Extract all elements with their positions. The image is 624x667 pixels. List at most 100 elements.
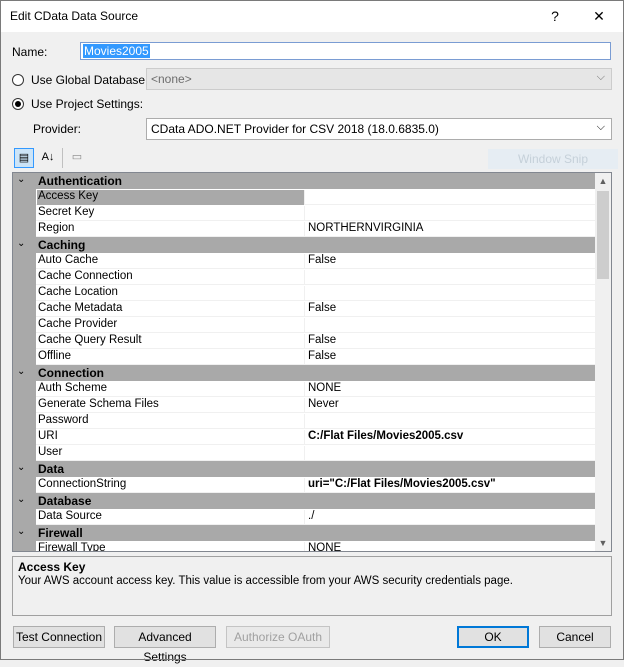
- grid-row-gutter: [13, 541, 36, 551]
- scroll-up-icon[interactable]: ▲: [595, 173, 611, 189]
- grid-property-row[interactable]: ConnectionString uri="C:/Flat Files/Movie…: [13, 477, 595, 493]
- cancel-button[interactable]: Cancel: [539, 626, 611, 648]
- grid-property-value[interactable]: [304, 318, 594, 333]
- grid-property-name: Offline: [38, 350, 72, 362]
- collapse-chevron-icon[interactable]: ⌄: [17, 366, 25, 377]
- grid-property-row[interactable]: Data Source ./: [13, 509, 595, 525]
- grid-property-row[interactable]: Generate Schema Files Never: [13, 397, 595, 413]
- name-input[interactable]: Movies2005: [80, 42, 611, 60]
- collapse-chevron-icon[interactable]: ⌄: [17, 238, 25, 249]
- authorize-oauth-button[interactable]: Authorize OAuth: [226, 626, 330, 648]
- grid-category-name: Connection: [38, 366, 104, 380]
- grid-property-value[interactable]: NONE: [304, 382, 594, 397]
- vertical-scrollbar[interactable]: ▲ ▼: [595, 173, 611, 551]
- grid-row-gutter: [13, 205, 36, 221]
- property-grid[interactable]: ⌄ Authentication Access Key Secret Key Regio…: [12, 172, 612, 552]
- grid-property-value[interactable]: Never: [304, 398, 594, 413]
- global-database-value: <none>: [151, 72, 192, 86]
- window-title: Edit CData Data Source: [10, 9, 139, 23]
- grid-property-row[interactable]: Auto Cache False: [13, 253, 595, 269]
- grid-property-row[interactable]: Cache Connection: [13, 269, 595, 285]
- grid-property-value[interactable]: False: [304, 302, 594, 317]
- scroll-down-icon[interactable]: ▼: [595, 535, 611, 551]
- grid-property-value[interactable]: False: [304, 350, 594, 365]
- grid-property-row[interactable]: Secret Key: [13, 205, 595, 221]
- collapse-chevron-icon[interactable]: ⌄: [17, 174, 25, 185]
- close-button[interactable]: ✕: [584, 4, 614, 28]
- grid-property-value[interactable]: ./: [304, 510, 594, 525]
- grid-property-value[interactable]: [304, 206, 594, 221]
- categorized-view-icon[interactable]: ▤: [14, 148, 34, 168]
- grid-property-row[interactable]: Cache Query Result False: [13, 333, 595, 349]
- grid-property-row[interactable]: Auth Scheme NONE: [13, 381, 595, 397]
- grid-property-value[interactable]: False: [304, 334, 594, 349]
- grid-category-name: Authentication: [38, 174, 122, 188]
- grid-row-gutter: [13, 269, 36, 285]
- grid-property-name: Region: [38, 222, 75, 234]
- grid-row-gutter: [13, 221, 36, 237]
- grid-property-value[interactable]: [304, 190, 594, 205]
- grid-property-row[interactable]: Firewall Type NONE: [13, 541, 595, 551]
- grid-property-row[interactable]: Region NORTHERNVIRGINIA: [13, 221, 595, 237]
- window-snip-overlay: Window Snip: [488, 149, 618, 169]
- grid-category-row[interactable]: ⌄ Firewall: [13, 525, 595, 541]
- grid-category-row[interactable]: ⌄ Caching: [13, 237, 595, 253]
- grid-property-name: Cache Query Result: [38, 334, 142, 346]
- grid-property-value[interactable]: uri="C:/Flat Files/Movies2005.csv": [304, 478, 594, 493]
- grid-category-row[interactable]: ⌄ Data: [13, 461, 595, 477]
- grid-property-value[interactable]: [304, 286, 594, 301]
- grid-property-name: User: [38, 446, 63, 458]
- help-button[interactable]: ?: [540, 4, 570, 28]
- scroll-thumb[interactable]: [597, 191, 609, 279]
- test-connection-button[interactable]: Test Connection: [13, 626, 105, 648]
- collapse-chevron-icon[interactable]: ⌄: [17, 462, 25, 473]
- grid-row-gutter: [13, 253, 36, 269]
- project-settings-radio[interactable]: [12, 98, 24, 110]
- grid-property-name: ConnectionString: [38, 478, 127, 490]
- grid-property-row[interactable]: URI C:/Flat Files/Movies2005.csv: [13, 429, 595, 445]
- grid-property-value[interactable]: [304, 270, 594, 285]
- global-database-radio[interactable]: [12, 74, 24, 86]
- grid-row-gutter: [13, 285, 36, 301]
- grid-property-name: Access Key: [37, 190, 304, 205]
- grid-property-row[interactable]: Cache Location: [13, 285, 595, 301]
- collapse-chevron-icon[interactable]: ⌄: [17, 526, 25, 537]
- grid-property-value[interactable]: [304, 414, 594, 429]
- grid-property-row[interactable]: Cache Metadata False: [13, 301, 595, 317]
- grid-property-row[interactable]: Access Key: [13, 189, 595, 205]
- grid-property-name: Generate Schema Files: [38, 398, 159, 410]
- property-pages-icon[interactable]: ▭: [67, 148, 87, 168]
- grid-category-row[interactable]: ⌄ Database: [13, 493, 595, 509]
- grid-property-value[interactable]: C:/Flat Files/Movies2005.csv: [304, 430, 594, 445]
- grid-row-gutter: [13, 349, 36, 365]
- name-label: Name:: [12, 45, 48, 59]
- grid-category-name: Data: [38, 462, 65, 476]
- grid-property-value[interactable]: False: [304, 254, 594, 269]
- name-value: Movies2005: [83, 44, 150, 58]
- grid-property-name: Cache Location: [38, 286, 118, 298]
- alphabetical-sort-icon[interactable]: A↓: [38, 148, 58, 168]
- grid-row-gutter: [13, 189, 36, 205]
- grid-row-gutter: [13, 301, 36, 317]
- grid-property-row[interactable]: Password: [13, 413, 595, 429]
- grid-property-name: Cache Connection: [38, 270, 133, 282]
- grid-row-gutter: [13, 381, 36, 397]
- description-text: Your AWS account access key. This value …: [18, 575, 513, 587]
- toolbar-separator: [62, 148, 63, 168]
- grid-property-value[interactable]: NONE: [304, 542, 594, 551]
- grid-row-gutter: [13, 477, 36, 493]
- grid-property-row[interactable]: Offline False: [13, 349, 595, 365]
- provider-select[interactable]: CData ADO.NET Provider for CSV 2018 (18.…: [146, 118, 612, 140]
- advanced-settings-button[interactable]: Advanced Settings: [114, 626, 216, 664]
- global-database-select[interactable]: <none> ⌵: [146, 68, 612, 90]
- provider-label: Provider:: [33, 122, 82, 136]
- grid-category-row[interactable]: ⌄ Authentication: [13, 173, 595, 189]
- grid-property-row[interactable]: Cache Provider: [13, 317, 595, 333]
- grid-category-row[interactable]: ⌄ Connection: [13, 365, 595, 381]
- grid-property-name: Cache Metadata: [38, 302, 123, 314]
- grid-property-value[interactable]: [304, 446, 594, 461]
- grid-property-value[interactable]: NORTHERNVIRGINIA: [304, 222, 594, 237]
- grid-property-row[interactable]: User: [13, 445, 595, 461]
- collapse-chevron-icon[interactable]: ⌄: [17, 494, 25, 505]
- ok-button[interactable]: OK: [457, 626, 529, 648]
